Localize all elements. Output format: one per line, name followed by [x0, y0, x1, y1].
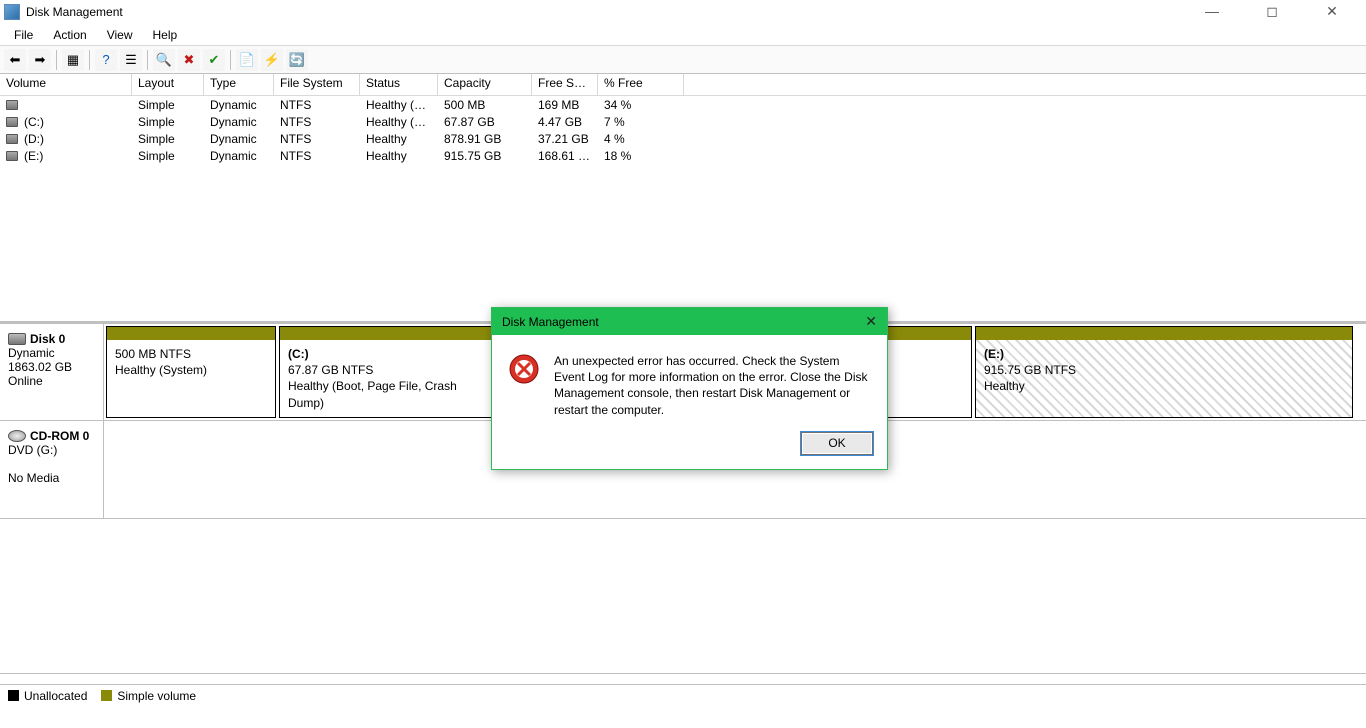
window-title: Disk Management — [26, 5, 123, 19]
table-row[interactable]: (C:)SimpleDynamicNTFSHealthy (B...67.87 … — [0, 113, 1366, 130]
toolbar-separator — [56, 50, 57, 70]
header-filesystem[interactable]: File System — [274, 74, 360, 95]
volume-list-pane: Volume Layout Type File System Status Ca… — [0, 74, 1366, 324]
disk-status: Online — [8, 374, 43, 388]
header-status[interactable]: Status — [360, 74, 438, 95]
table-row[interactable]: (D:)SimpleDynamicNTFSHealthy878.91 GB37.… — [0, 130, 1366, 147]
partition[interactable]: (E:)915.75 GB NTFSHealthy — [975, 326, 1353, 418]
table-row[interactable]: SimpleDynamicNTFSHealthy (S...500 MB169 … — [0, 96, 1366, 113]
maximize-button[interactable]: ◻ — [1252, 3, 1292, 20]
action-button[interactable]: ⚡ — [261, 49, 283, 71]
dialog-close-button[interactable]: ✕ — [865, 313, 877, 330]
dialog-body: An unexpected error has occurred. Check … — [492, 335, 887, 424]
header-free[interactable]: Free Spa... — [532, 74, 598, 95]
volume-rows: SimpleDynamicNTFSHealthy (S...500 MB169 … — [0, 96, 1366, 164]
checklist-button[interactable]: ✔ — [203, 49, 225, 71]
dialog-footer: OK — [492, 424, 887, 469]
toolbar-grid-button[interactable]: ▦ — [62, 49, 84, 71]
dialog-title: Disk Management — [502, 315, 599, 329]
partition[interactable]: (C:)67.87 GB NTFSHealthy (Boot, Page Fil… — [279, 326, 493, 418]
partition-top-bar — [280, 327, 492, 340]
drive-icon — [6, 100, 18, 110]
delete-button[interactable]: ✖ — [178, 49, 200, 71]
close-button[interactable]: ✕ — [1312, 3, 1352, 20]
forward-button[interactable]: ➡ — [29, 49, 51, 71]
dialog-message: An unexpected error has occurred. Check … — [554, 353, 871, 418]
disk-label[interactable]: Disk 0 Dynamic 1863.02 GB Online — [0, 324, 104, 420]
disk-icon — [8, 333, 26, 345]
partition-top-bar — [976, 327, 1352, 340]
menu-action[interactable]: Action — [45, 26, 94, 44]
cdrom-type: DVD (G:) — [8, 443, 57, 457]
table-row[interactable]: (E:)SimpleDynamicNTFSHealthy915.75 GB168… — [0, 147, 1366, 164]
menu-help[interactable]: Help — [145, 26, 186, 44]
refresh-button[interactable]: 🔄 — [286, 49, 308, 71]
new-button[interactable]: 📄 — [236, 49, 258, 71]
minimize-button[interactable]: — — [1192, 3, 1232, 20]
back-button[interactable]: ⬅ — [4, 49, 26, 71]
error-dialog: Disk Management ✕ An unexpected error ha… — [491, 307, 888, 470]
cdrom-title: CD-ROM 0 — [30, 429, 89, 443]
properties-button[interactable]: ☰ — [120, 49, 142, 71]
partition-top-bar — [107, 327, 275, 340]
explore-button[interactable]: 🔍 — [153, 49, 175, 71]
toolbar-separator — [147, 50, 148, 70]
simple-swatch — [101, 690, 112, 701]
menu-bar: File Action View Help — [0, 24, 1366, 46]
drive-icon — [6, 117, 18, 127]
partition[interactable]: 500 MB NTFSHealthy (System) — [106, 326, 276, 418]
menu-file[interactable]: File — [6, 26, 41, 44]
menu-view[interactable]: View — [99, 26, 141, 44]
cdrom-label[interactable]: CD-ROM 0 DVD (G:) No Media — [0, 421, 104, 518]
title-bar: Disk Management — ◻ ✕ — [0, 0, 1366, 24]
header-capacity[interactable]: Capacity — [438, 74, 532, 95]
app-icon — [4, 4, 20, 20]
error-icon — [508, 353, 540, 385]
ok-button[interactable]: OK — [801, 432, 873, 455]
disk-title: Disk 0 — [30, 332, 65, 346]
header-percent[interactable]: % Free — [598, 74, 684, 95]
legend-simple: Simple volume — [101, 689, 196, 703]
unallocated-swatch — [8, 690, 19, 701]
header-layout[interactable]: Layout — [132, 74, 204, 95]
cdrom-icon — [8, 430, 26, 442]
drive-icon — [6, 151, 18, 161]
window-controls: — ◻ ✕ — [1192, 3, 1362, 20]
legend-unallocated: Unallocated — [8, 689, 87, 703]
cdrom-status: No Media — [8, 471, 59, 485]
legend: Unallocated Simple volume — [0, 684, 1366, 706]
drive-icon — [6, 134, 18, 144]
disk-type: Dynamic — [8, 346, 55, 360]
column-headers: Volume Layout Type File System Status Ca… — [0, 74, 1366, 96]
header-volume[interactable]: Volume — [0, 74, 132, 95]
toolbar-separator — [89, 50, 90, 70]
toolbar: ⬅ ➡ ▦ ? ☰ 🔍 ✖ ✔ 📄 ⚡ 🔄 — [0, 46, 1366, 74]
header-type[interactable]: Type — [204, 74, 274, 95]
disk-size: 1863.02 GB — [8, 360, 72, 374]
help-button[interactable]: ? — [95, 49, 117, 71]
dialog-titlebar: Disk Management ✕ — [492, 308, 887, 335]
toolbar-separator — [230, 50, 231, 70]
